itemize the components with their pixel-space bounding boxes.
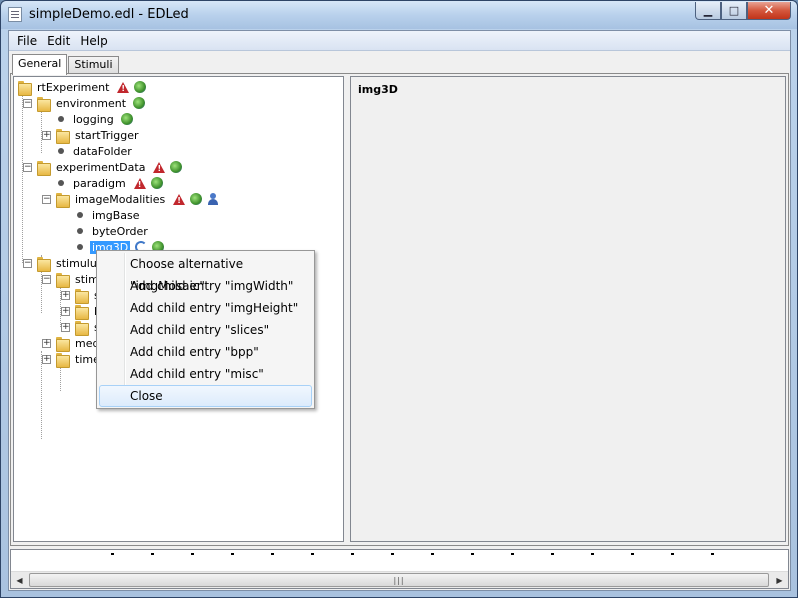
folder-icon xyxy=(17,80,32,96)
expand-icon[interactable]: + xyxy=(42,339,51,348)
globe-icon xyxy=(120,113,133,125)
folder-icon xyxy=(74,320,89,336)
maximize-button[interactable]: □ xyxy=(721,2,747,20)
warning-icon xyxy=(173,193,186,205)
scroll-grip: ||| xyxy=(393,575,405,585)
scroll-right-icon[interactable]: ▶ xyxy=(771,572,788,588)
app-window: simpleDemo.edl - EDLed ▁ □ ✕ File Edit H… xyxy=(0,0,798,598)
output-area[interactable]: ◀ ||| ▶ xyxy=(10,549,789,589)
collapse-icon[interactable]: − xyxy=(42,195,51,204)
tree-node-label: experimentData xyxy=(56,160,146,174)
minimize-button[interactable]: ▁ xyxy=(695,2,721,20)
menu-file[interactable]: File xyxy=(12,34,42,48)
warning-icon xyxy=(117,81,130,93)
folder-icon xyxy=(55,336,70,352)
caption-buttons: ▁ □ ✕ xyxy=(695,2,791,21)
title-bar[interactable]: simpleDemo.edl - EDLed ▁ □ ✕ xyxy=(1,1,797,29)
tree-node-datafolder[interactable]: dataFolder xyxy=(55,143,134,159)
scroll-thumb[interactable]: ||| xyxy=(29,573,769,587)
leaf-bullet-icon xyxy=(58,116,64,122)
warning-icon xyxy=(153,161,166,173)
collapse-icon[interactable]: − xyxy=(23,163,32,172)
person-icon xyxy=(207,193,219,205)
menu-bar: File Edit Help xyxy=(9,31,790,51)
app-icon xyxy=(8,7,22,22)
context-menu: Choose alternative "imgMosaic" Add child… xyxy=(96,250,315,409)
detail-pane: img3D xyxy=(350,76,786,542)
folder-icon xyxy=(36,96,51,112)
tree-node-label: imgBase xyxy=(92,208,140,222)
tab-strip: General Stimuli xyxy=(12,54,120,75)
leaf-bullet-icon xyxy=(58,148,64,154)
globe-icon xyxy=(134,81,147,93)
expand-icon[interactable]: + xyxy=(61,323,70,332)
tree-node-environment[interactable]: environment xyxy=(36,95,146,112)
leaf-bullet-icon xyxy=(58,180,64,186)
scroll-left-icon[interactable]: ◀ xyxy=(11,572,28,588)
tree-node-rtexperiment[interactable]: rtExperiment xyxy=(17,79,147,96)
expand-icon[interactable]: + xyxy=(61,291,70,300)
tree-node-starttrigger[interactable]: startTrigger xyxy=(55,127,141,144)
menu-edit[interactable]: Edit xyxy=(42,34,75,48)
menu-item-close[interactable]: Close xyxy=(99,385,312,407)
folder-icon xyxy=(55,272,70,288)
folder-icon xyxy=(36,256,51,272)
tree-node-imgbase[interactable]: imgBase xyxy=(74,207,142,223)
collapse-icon[interactable]: − xyxy=(42,275,51,284)
tree-node-paradigm[interactable]: paradigm xyxy=(55,175,163,191)
tree-node-logging[interactable]: logging xyxy=(55,111,133,127)
tab-general[interactable]: General xyxy=(12,54,68,75)
expand-icon[interactable]: + xyxy=(61,307,70,316)
folder-icon xyxy=(36,160,51,176)
menu-item-add-imgwidth[interactable]: Add child entry "imgWidth" xyxy=(99,275,312,297)
window-title: simpleDemo.edl - EDLed xyxy=(29,7,189,22)
globe-icon xyxy=(170,161,183,173)
expand-icon[interactable]: + xyxy=(42,131,51,140)
menu-help[interactable]: Help xyxy=(75,34,112,48)
folder-icon xyxy=(55,352,70,368)
tree-guide-line xyxy=(41,351,42,439)
collapse-icon[interactable]: − xyxy=(23,259,32,268)
globe-icon xyxy=(190,193,203,205)
tree-guide-line xyxy=(22,95,23,263)
tree-node-label: startTrigger xyxy=(75,128,139,142)
tree-node-label: imageModalities xyxy=(75,192,166,206)
globe-icon xyxy=(150,177,163,189)
menu-item-choose-alternative[interactable]: Choose alternative "imgMosaic" xyxy=(99,253,312,293)
tree-node-label: rtExperiment xyxy=(37,80,110,94)
menu-item-add-bpp[interactable]: Add child entry "bpp" xyxy=(99,341,312,363)
leaf-bullet-icon xyxy=(77,228,83,234)
menu-item-add-imgheight[interactable]: Add child entry "imgHeight" xyxy=(99,297,312,319)
detail-title: img3D xyxy=(358,83,398,96)
close-button[interactable]: ✕ xyxy=(747,2,791,20)
folder-icon xyxy=(55,128,70,144)
leaf-bullet-icon xyxy=(77,244,83,250)
globe-icon xyxy=(133,97,146,109)
tree-node-imagemodalities[interactable]: imageModalities xyxy=(55,191,219,208)
truncated-text-row xyxy=(111,553,721,555)
tree-node-label: paradigm xyxy=(73,176,126,190)
folder-icon xyxy=(74,288,89,304)
warning-icon xyxy=(133,177,146,189)
folder-icon xyxy=(74,304,89,320)
collapse-icon[interactable]: − xyxy=(23,99,32,108)
folder-icon xyxy=(55,192,70,208)
tree-node-byteorder[interactable]: byteOrder xyxy=(74,223,150,239)
tree-node-label: dataFolder xyxy=(73,144,132,158)
expand-icon[interactable]: + xyxy=(42,355,51,364)
leaf-bullet-icon xyxy=(77,212,83,218)
tree-node-label: environment xyxy=(56,96,127,110)
tree-node-label: byteOrder xyxy=(92,224,148,238)
horizontal-scrollbar[interactable]: ◀ ||| ▶ xyxy=(11,571,788,588)
menu-item-add-misc[interactable]: Add child entry "misc" xyxy=(99,363,312,385)
menu-item-add-slices[interactable]: Add child entry "slices" xyxy=(99,319,312,341)
tree-node-label: logging xyxy=(73,112,114,126)
tree-guide-line xyxy=(60,367,61,391)
tree-node-experimentdata[interactable]: experimentData xyxy=(36,159,183,176)
